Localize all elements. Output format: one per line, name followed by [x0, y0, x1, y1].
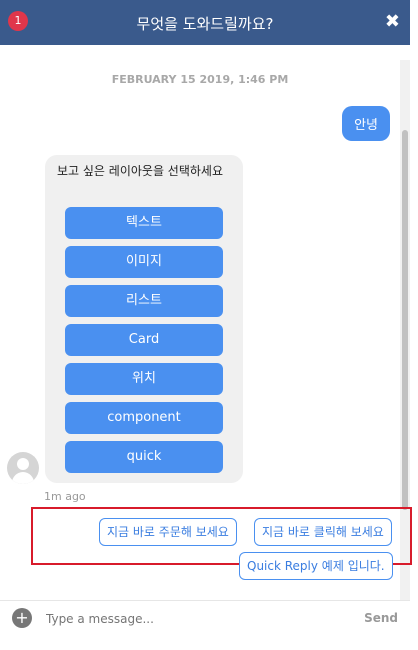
choice-button-list[interactable]: 리스트	[65, 285, 223, 317]
quick-reply-highlight: 지금 바로 주문해 보세요 지금 바로 클릭해 보세요 Quick Reply …	[31, 507, 412, 580]
choice-button-component[interactable]: component	[65, 402, 223, 434]
scrollbar-thumb[interactable]	[402, 130, 408, 510]
bot-prompt-text: 보고 싶은 레이아웃을 선택하세요	[57, 164, 224, 178]
choice-button-quick[interactable]: quick	[65, 441, 223, 473]
add-attachment-icon[interactable]: +	[12, 608, 32, 628]
chat-header: 1 무엇을 도와드릴까요? ✖	[0, 0, 410, 45]
choice-button-location[interactable]: 위치	[65, 363, 223, 395]
choice-button-text[interactable]: 텍스트	[65, 207, 223, 239]
avatar-body	[12, 472, 34, 484]
avatar-head	[17, 458, 29, 470]
message-timestamp: FEBRUARY 15 2019, 1:46 PM	[111, 73, 289, 86]
user-message: 안녕	[342, 106, 390, 141]
quick-reply-order[interactable]: 지금 바로 주문해 보세요	[99, 518, 237, 546]
send-button[interactable]: Send	[364, 611, 398, 625]
message-input[interactable]	[44, 608, 348, 630]
bot-message-card: 보고 싶은 레이아웃을 선택하세요 텍스트 이미지 리스트 Card 위치 co…	[45, 155, 243, 483]
close-icon[interactable]: ✖	[385, 11, 400, 32]
choice-button-card[interactable]: Card	[65, 324, 223, 356]
choice-button-image[interactable]: 이미지	[65, 246, 223, 278]
bot-avatar-icon	[7, 452, 39, 484]
bottom-edge	[0, 640, 418, 650]
message-input-bar: + Send	[0, 600, 410, 641]
chat-title: 무엇을 도와드릴까요?	[136, 15, 274, 33]
message-time-ago: 1m ago	[44, 490, 86, 503]
quick-reply-example[interactable]: Quick Reply 예제 입니다.	[239, 552, 393, 580]
quick-reply-click[interactable]: 지금 바로 클릭해 보세요	[254, 518, 392, 546]
